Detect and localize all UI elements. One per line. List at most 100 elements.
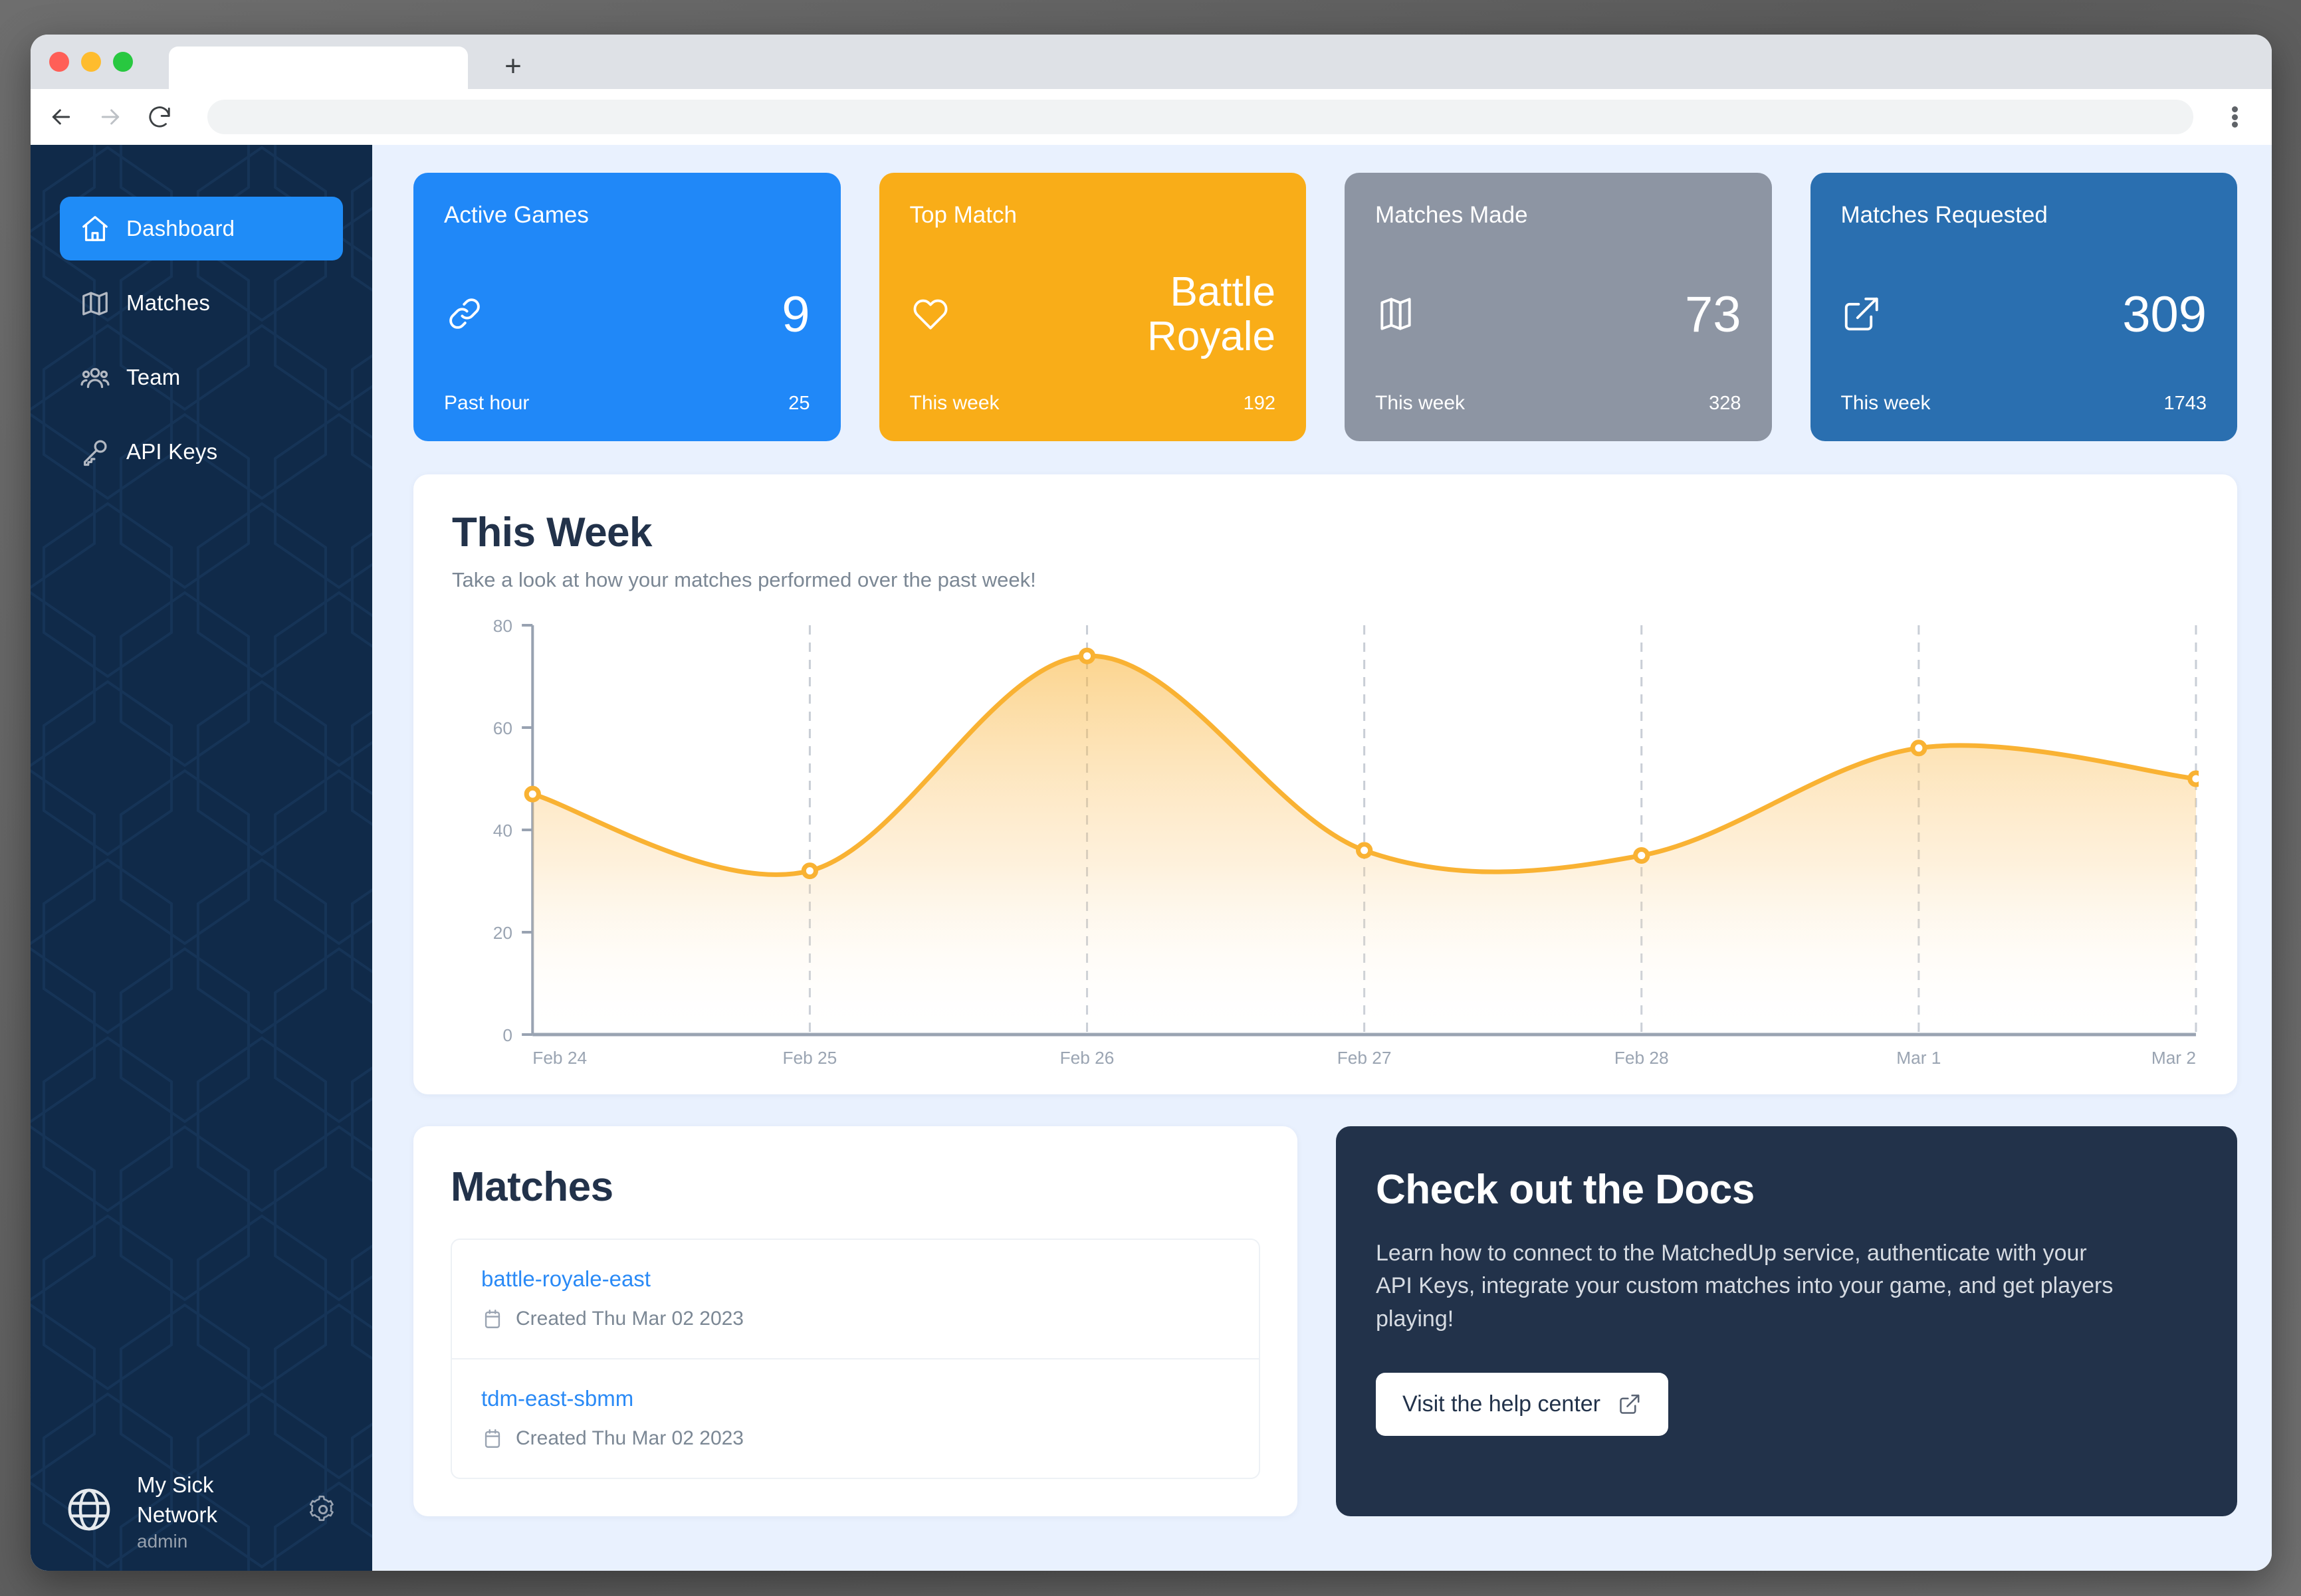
arrow-right-icon [101, 109, 120, 125]
svg-text:40: 40 [493, 821, 512, 841]
sidebar-item-dashboard[interactable]: Dashboard [60, 197, 343, 260]
match-name-link[interactable]: battle-royale-east [481, 1266, 1230, 1292]
close-window-button[interactable] [49, 52, 69, 72]
section-heading: This Week [452, 510, 653, 555]
sidebar-item-label: Matches [126, 290, 211, 315]
week-area-chart: 0 20 40 60 80 Feb 24 Feb 25 Feb 26 Feb 27 Feb 28… [493, 616, 2199, 1068]
app-viewport: Dashboard Matches Team API Keys My Sick … [31, 145, 2272, 1571]
sidebar-item-matches[interactable]: Matches [60, 271, 343, 335]
stat-card-sub-value: 25 [788, 393, 810, 414]
stat-card-sub-label: This week [1375, 392, 1466, 414]
docs-heading: Check out the Docs [1376, 1167, 1755, 1213]
bottom-row: Matches battle-royale-east Created Thu M… [413, 1126, 2237, 1516]
stat-card-footer: Past hour 25 [444, 392, 810, 415]
sidebar-item-team[interactable]: Team [60, 346, 343, 409]
link-icon [444, 293, 485, 338]
match-created-text: Created Thu Mar 02 2023 [516, 1308, 744, 1330]
calendar-icon [481, 1308, 504, 1330]
docs-body: Learn how to connect to the MatchedUp se… [1376, 1241, 2114, 1332]
three-dot-menu-icon [2231, 106, 2238, 112]
list-item[interactable]: tdm-east-sbmm Created Thu Mar 02 2023 [452, 1358, 1259, 1478]
external-link-icon [1618, 1392, 1642, 1416]
browser-tab[interactable] [169, 47, 468, 89]
new-tab-button[interactable]: + [496, 50, 530, 85]
stat-card-title: Matches Requested [1840, 202, 2048, 228]
browser-tab-strip: + [31, 35, 2272, 89]
minimize-window-button[interactable] [81, 52, 101, 72]
stat-card-sub-label: Past hour [444, 392, 530, 414]
this-week-card: This Week Take a look at how your matche… [413, 474, 2237, 1094]
maximize-window-button[interactable] [113, 52, 133, 72]
browser-toolbar [31, 89, 2272, 145]
matches-list: battle-royale-east Created Thu Mar 02 20… [451, 1239, 1260, 1479]
stat-card-value: 309 [2122, 286, 2207, 343]
list-item[interactable]: battle-royale-east Created Thu Mar 02 20… [452, 1240, 1259, 1358]
browser-menu-button[interactable] [2221, 104, 2248, 130]
stat-card-sub-value: 328 [1709, 393, 1741, 414]
match-created: Created Thu Mar 02 2023 [481, 1427, 1230, 1450]
svg-text:Feb 24: Feb 24 [532, 1048, 587, 1068]
stat-card-value: 73 [1684, 286, 1741, 343]
home-icon [80, 213, 114, 244]
stat-card-row: Active Games 9 Past hour 25 Top Match Ba… [413, 173, 2237, 441]
sidebar-nav: Dashboard Matches Team API Keys [31, 145, 372, 484]
match-name-link[interactable]: tdm-east-sbmm [481, 1386, 1230, 1411]
globe-icon [64, 1484, 120, 1538]
org-role: admin [137, 1531, 188, 1551]
arrow-left-icon [52, 109, 70, 125]
reload-icon [149, 106, 170, 128]
stat-card-value: Battle Royale [1147, 269, 1275, 359]
stat-card-sub-value: 1743 [2163, 393, 2207, 414]
stat-card-footer: This week 1743 [1841, 392, 2207, 415]
browser-window: + Dashboard Matches Team API Keys My Sic… [31, 35, 2272, 1571]
svg-text:Feb 26: Feb 26 [1060, 1048, 1115, 1068]
address-bar[interactable] [207, 100, 2193, 134]
stat-card-footer: This week 192 [910, 392, 1276, 415]
svg-text:Feb 27: Feb 27 [1337, 1048, 1392, 1068]
svg-text:60: 60 [493, 718, 512, 738]
users-icon [80, 362, 114, 393]
stat-card-top-match[interactable]: Top Match Battle Royale This week 192 [879, 173, 1306, 441]
reload-button[interactable] [141, 98, 178, 136]
stat-card-body: 9 [444, 229, 810, 392]
org-info: My Sick Network admin [137, 1470, 308, 1552]
org-name: My Sick Network [137, 1472, 218, 1527]
match-created-text: Created Thu Mar 02 2023 [516, 1427, 744, 1449]
svg-text:20: 20 [493, 923, 512, 943]
stat-card-matches-requested[interactable]: Matches Requested 309 This week 1743 [1810, 173, 2237, 441]
map-icon [1375, 293, 1416, 338]
forward-button[interactable] [92, 98, 129, 136]
stat-card-body: 73 [1375, 229, 1741, 392]
svg-text:80: 80 [493, 616, 512, 636]
svg-text:Mar 2: Mar 2 [2151, 1048, 2196, 1068]
svg-text:Feb 25: Feb 25 [783, 1048, 837, 1068]
visit-help-center-button[interactable]: Visit the help center [1376, 1372, 1668, 1436]
section-subheading: Take a look at how your matches performe… [452, 568, 1036, 591]
stat-card-title: Top Match [909, 202, 1017, 228]
main-content: Active Games 9 Past hour 25 Top Match Ba… [372, 145, 2272, 1571]
sidebar-item-label: API Keys [126, 439, 218, 464]
sidebar-item-api-keys[interactable]: API Keys [60, 420, 343, 484]
visit-help-center-label: Visit the help center [1402, 1391, 1600, 1417]
stat-card-sub-label: This week [1840, 392, 1931, 414]
window-controls [49, 52, 133, 72]
back-button[interactable] [43, 98, 80, 136]
svg-text:Feb 28: Feb 28 [1614, 1048, 1669, 1068]
map-icon [80, 288, 114, 318]
stat-card-active-games[interactable]: Active Games 9 Past hour 25 [413, 173, 841, 441]
stat-card-matches-made[interactable]: Matches Made 73 This week 328 [1345, 173, 1772, 441]
stat-card-footer: This week 328 [1375, 392, 1741, 415]
settings-button[interactable] [308, 1495, 339, 1528]
sidebar: Dashboard Matches Team API Keys My Sick … [31, 145, 372, 1571]
svg-text:Mar 1: Mar 1 [1896, 1048, 1941, 1068]
match-created: Created Thu Mar 02 2023 [481, 1308, 1230, 1330]
stat-card-sub-value: 192 [1243, 393, 1275, 414]
week-chart[interactable]: 0 20 40 60 80 Feb 24 Feb 25 Feb 26 Feb 27 Feb 28… [452, 616, 2199, 1074]
stat-card-sub-label: This week [909, 392, 1000, 414]
stat-card-body: 309 [1841, 229, 2207, 392]
stat-card-value: 9 [782, 286, 810, 343]
gear-icon [309, 1495, 334, 1521]
docs-card: Check out the Docs Learn how to connect … [1336, 1126, 2237, 1516]
sidebar-item-label: Team [126, 365, 181, 389]
sidebar-footer[interactable]: My Sick Network admin [31, 1470, 372, 1552]
